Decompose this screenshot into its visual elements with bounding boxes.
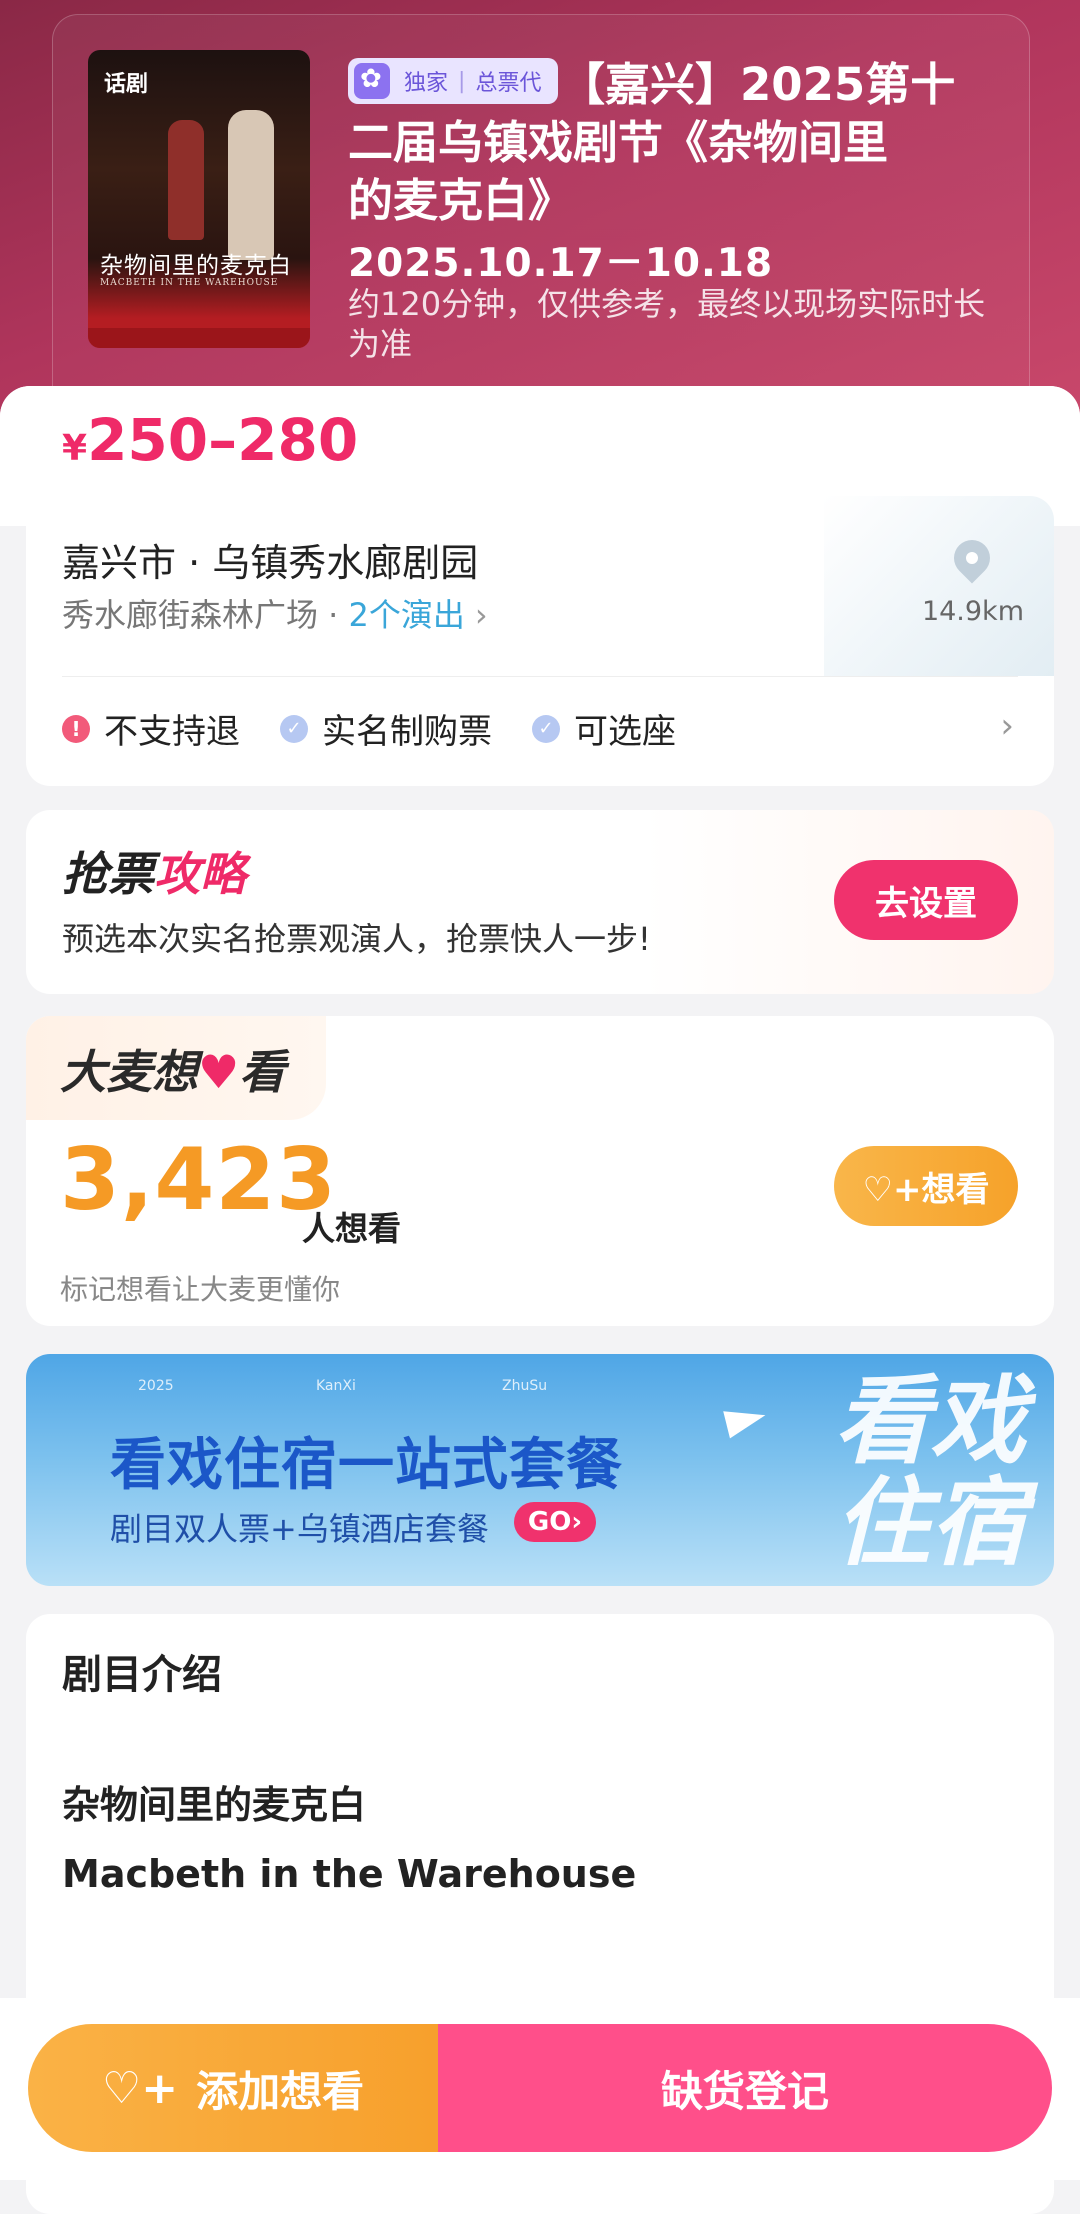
stock-register-button[interactable]: 缺货登记: [438, 2024, 1052, 2152]
poster-figure: [228, 110, 274, 260]
add-want-label: 添加想看: [196, 2066, 365, 2116]
banner-tiny-label: ZhuSu: [502, 1378, 548, 1394]
venue-shows-link[interactable]: 2个演出: [349, 596, 465, 634]
paper-plane-icon: [723, 1401, 769, 1439]
strategy-title-b: 攻略: [154, 847, 246, 901]
poster-footer: [88, 328, 310, 348]
want-to-see-button[interactable]: ♡+想看: [834, 1146, 1018, 1226]
policy-label: 可选座: [574, 712, 676, 752]
chevron-right-icon[interactable]: ›: [1000, 706, 1014, 746]
want-count: 3,423: [60, 1130, 338, 1230]
strategy-title-a: 抢票: [62, 847, 154, 901]
show-title-line3-text: 的麦克白》: [348, 174, 574, 227]
action-buttons: ♡+ 添加想看 缺货登记: [28, 2024, 1052, 2152]
badge-exclusive-label: 独家: [404, 71, 449, 96]
policy-no-refund: 不支持退: [62, 704, 240, 753]
poster-genre-tag: 话剧: [104, 72, 149, 97]
want-to-see-card: 大麦想♥看 3,423 人想看 标记想看让大麦更懂你 ♡+想看: [26, 1016, 1054, 1326]
badge-divider: |: [458, 68, 466, 94]
intro-heading: 剧目介绍: [62, 1652, 222, 1698]
banner-big-line: 看戏: [834, 1365, 1026, 1477]
policy-real-name: 实名制购票: [280, 704, 492, 753]
detail-sheet: ¥250–280 嘉兴市 · 乌镇秀水廊剧园 秀水廊街森林广场 · 2个演出 › …: [0, 386, 1080, 2214]
venue-map-thumbnail[interactable]: [824, 496, 1054, 676]
heart-icon: ♥: [198, 1045, 240, 1099]
policy-label: 不支持退: [104, 712, 240, 752]
banner-tiny-label: 2025: [138, 1378, 174, 1394]
want-title: 大麦想♥看: [60, 1036, 285, 1102]
add-want-button[interactable]: ♡+ 添加想看: [28, 2024, 438, 2152]
divider: [62, 676, 1018, 677]
ticket-strategy-card: 抢票攻略 预选本次实名抢票观演人，抢票快人一步! 去设置: [26, 810, 1054, 994]
strategy-title: 抢票攻略: [62, 838, 246, 904]
venue-name: 嘉兴市 · 乌镇秀水廊剧园: [62, 541, 479, 585]
venue-card[interactable]: 嘉兴市 · 乌镇秀水廊剧园 秀水廊街森林广场 · 2个演出› 14.9km 不支…: [26, 496, 1054, 786]
show-duration: 约120分钟，仅供参考，最终以现场实际时长为准: [348, 285, 986, 363]
want-title-b: 看: [239, 1045, 286, 1099]
banner-go-button[interactable]: GO›: [514, 1502, 596, 1542]
damai-logo-icon: [354, 63, 390, 99]
banner-title: 看戏住宿一站式套餐: [110, 1433, 623, 1498]
venue-distance: 14.9km: [921, 596, 1024, 627]
price-range: ¥250–280: [62, 406, 358, 474]
policy-label: 实名制购票: [322, 712, 492, 752]
venue-address: 秀水廊街森林广场 · 2个演出 ›: [62, 590, 488, 636]
show-title-line1: 【嘉兴】2025第十: [560, 58, 956, 111]
exclusive-badge: 独家 | 总票代: [348, 58, 558, 104]
ticket-policy-row[interactable]: 不支持退 实名制购票 可选座: [62, 704, 716, 753]
stay-package-banner[interactable]: 2025 KanXi ZhuSu 看戏住宿一站式套餐 剧目双人票+乌镇酒店套餐 …: [26, 1354, 1054, 1586]
banner-big-line: 住宿: [834, 1467, 1026, 1579]
chevron-right-icon: ›: [474, 596, 488, 634]
bottom-action-bar: ♡+ 添加想看 缺货登记: [0, 1998, 1080, 2180]
banner-tiny-label: KanXi: [316, 1378, 356, 1394]
check-icon: [532, 714, 560, 743]
poster-subtitle: MACBETH IN THE WAREHOUSE: [100, 278, 279, 288]
show-title-line2-text: 二届乌镇戏剧节《杂物间里: [348, 116, 889, 169]
poster-title: 杂物间里的麦克白: [100, 253, 292, 279]
policy-seat-select: 可选座: [532, 704, 676, 753]
check-icon: [280, 714, 308, 743]
want-count-unit: 人想看: [302, 1209, 401, 1248]
setup-button[interactable]: 去设置: [834, 860, 1018, 940]
price-currency: ¥: [62, 428, 88, 469]
want-subtitle: 标记想看让大麦更懂你: [60, 1273, 341, 1306]
heart-plus-icon: ♡+: [101, 2062, 179, 2114]
show-date: 2025.10.17－10.18: [348, 241, 774, 286]
show-poster[interactable]: 话剧 杂物间里的麦克白 MACBETH IN THE WAREHOUSE: [88, 50, 310, 348]
intro-title-cn: 杂物间里的麦克白: [62, 1783, 367, 1827]
intro-title-en: Macbeth in the Warehouse: [62, 1852, 637, 1896]
warning-icon: [62, 714, 90, 743]
banner-subtitle: 剧目双人票+乌镇酒店套餐: [110, 1510, 489, 1548]
hero-header: 话剧 杂物间里的麦克白 MACBETH IN THE WAREHOUSE 独家 …: [0, 0, 1080, 430]
show-title-line3: 的麦克白》: [348, 172, 988, 230]
badge-agent-label: 总票代: [475, 71, 542, 96]
want-title-a: 大麦想: [60, 1045, 198, 1099]
poster-figure: [168, 120, 204, 240]
strategy-subtitle: 预选本次实名抢票观演人，抢票快人一步!: [62, 920, 651, 958]
price-value: 250–280: [87, 406, 359, 474]
stock-register-label: 缺货登记: [660, 2066, 829, 2116]
venue-address-text: 秀水廊街森林广场 ·: [62, 596, 349, 634]
banner-big-text: 看戏 住宿: [834, 1370, 1026, 1574]
show-title-line2: 二届乌镇戏剧节《杂物间里: [348, 114, 988, 172]
